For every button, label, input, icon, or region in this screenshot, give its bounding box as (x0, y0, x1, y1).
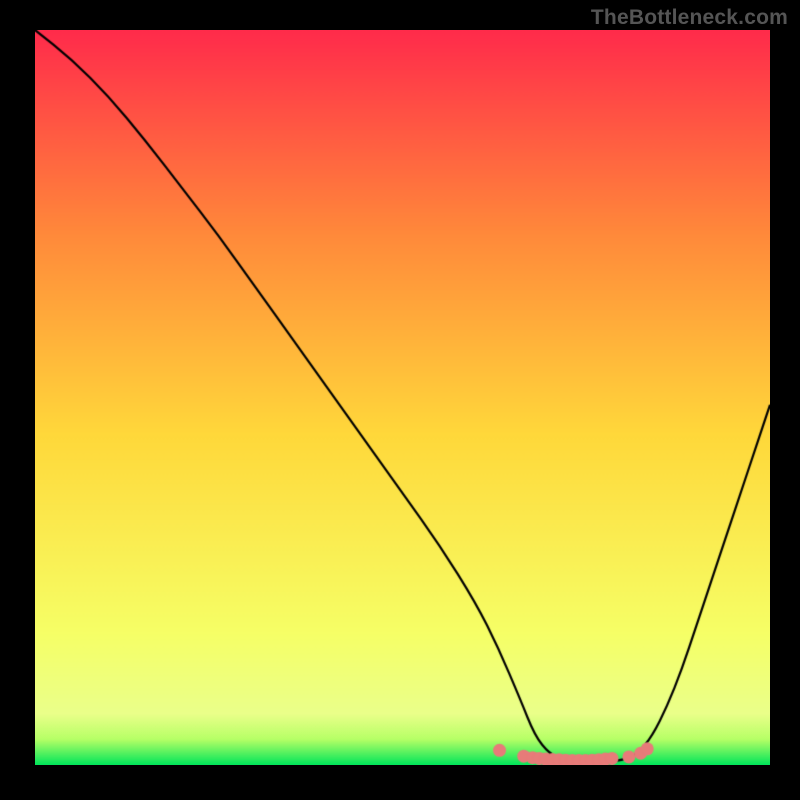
chart-container: TheBottleneck.com (0, 0, 800, 800)
watermark-text: TheBottleneck.com (591, 6, 788, 30)
bottleneck-chart-canvas (35, 30, 770, 765)
